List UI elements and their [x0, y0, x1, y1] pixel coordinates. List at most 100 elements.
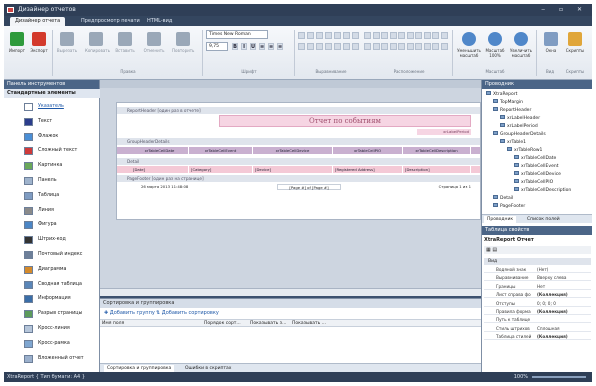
tree-node-2[interactable]: ReportHeader: [493, 107, 531, 114]
layout-button-1-9[interactable]: [440, 43, 448, 50]
toolbox-item-6[interactable]: Таблица: [4, 189, 100, 203]
layout-button-0-8[interactable]: [432, 32, 439, 39]
align-button-0-1[interactable]: [307, 32, 314, 39]
toolbox-item-9[interactable]: Штрих-код: [4, 233, 100, 247]
detail-cell-4[interactable]: [Description]: [403, 166, 471, 173]
layout-button-1-4[interactable]: [398, 43, 405, 50]
layout-button-1-2[interactable]: [381, 43, 388, 50]
property-row-2[interactable]: Границы Нет: [484, 283, 591, 290]
tab-report-designer[interactable]: Дизайнер отчета: [10, 17, 66, 26]
format-button-2[interactable]: U: [250, 43, 256, 50]
tree-node-12[interactable]: xrTableCellDescription: [514, 187, 571, 194]
footer-page-info[interactable]: [Page #] of [Page #]: [277, 184, 341, 190]
property-row-0[interactable]: Водяной знак (Нет): [484, 266, 591, 273]
property-row-1-value[interactable]: Вверху слева: [537, 274, 566, 281]
toolbox-item-11[interactable]: Диаграмма: [4, 263, 100, 277]
font-size-combo[interactable]: 9,75: [206, 42, 228, 51]
layout-button-1-6[interactable]: [415, 43, 422, 50]
tree-node-4[interactable]: xrLabelPeriod: [500, 123, 538, 130]
layout-button-1-0[interactable]: [364, 43, 371, 50]
toolbox-item-4[interactable]: Картинка: [4, 159, 100, 173]
window-controls[interactable]: ‒ ▫ ✕: [541, 4, 588, 16]
layout-button-0-2[interactable]: [381, 32, 388, 39]
property-row-6[interactable]: Путь к таблице: [484, 316, 591, 324]
layout-button-1-8[interactable]: [432, 43, 439, 50]
view-button-0[interactable]: Окна: [540, 30, 562, 66]
toolbox-item-14[interactable]: Разрыв страницы: [4, 307, 100, 321]
property-row-8[interactable]: Таблица стилей (Коллекция): [484, 333, 591, 341]
ribbon-button-6[interactable]: Повторить: [172, 30, 194, 66]
toolbox-item-2[interactable]: Флажок: [4, 130, 100, 144]
ribbon-button-5[interactable]: Отменить: [143, 30, 165, 66]
tree-node-3[interactable]: xrLabelHeader: [500, 115, 540, 122]
header-cell-3[interactable]: xrTableCellPIO: [333, 147, 403, 154]
toolbox-item-1[interactable]: Текст: [4, 115, 100, 129]
tab-html-view[interactable]: HTML-вид: [142, 17, 177, 26]
tree-node-0[interactable]: XtraReport: [486, 91, 517, 98]
property-row-7[interactable]: Стиль штрихов Сплошная: [484, 325, 591, 332]
zoom-button-2[interactable]: Увеличить масштаб: [508, 30, 534, 66]
layout-button-0-0[interactable]: [364, 32, 371, 39]
format-button-3[interactable]: ≡: [259, 43, 265, 50]
align-button-1-6[interactable]: [352, 43, 359, 50]
property-row-5[interactable]: Правила форма (Коллекция): [484, 308, 591, 315]
detail-cell-2[interactable]: [Device]: [253, 166, 333, 173]
toolbox-item-13[interactable]: Информация: [4, 292, 100, 306]
report-page[interactable]: ReportHeader [один раз в отчете] Отчет п…: [116, 102, 481, 220]
properties-section[interactable]: Вид: [484, 258, 591, 265]
band-group-header[interactable]: GroupHeaderDetails: [117, 138, 480, 145]
layout-button-0-9[interactable]: [440, 32, 448, 39]
toolbox-item-8[interactable]: Фигура: [4, 218, 100, 232]
property-row-2-value[interactable]: Нет: [537, 283, 545, 290]
toolbox-item-16[interactable]: Кросс-рамка: [4, 337, 100, 351]
tree-node-13[interactable]: Detail: [493, 195, 513, 202]
align-button-0-5[interactable]: [343, 32, 350, 39]
toolbox-item-10[interactable]: Почтовый индекс: [4, 248, 100, 262]
tree-node-10[interactable]: xrTableCellDevice: [514, 171, 561, 178]
layout-button-1-5[interactable]: [406, 43, 414, 50]
toolbox-item-17[interactable]: Вложенный отчет: [4, 352, 100, 366]
band-page-footer[interactable]: PageFooter [один раз на странице]: [117, 175, 480, 182]
align-button-0-0[interactable]: [298, 32, 305, 39]
format-button-0[interactable]: B: [232, 43, 238, 50]
format-button-4[interactable]: ≡: [268, 43, 274, 50]
property-row-5-value[interactable]: (Коллекция): [537, 308, 568, 315]
zoom-button-1[interactable]: Масштаб 100%: [482, 30, 508, 66]
view-button-1[interactable]: Скрипты: [564, 30, 586, 66]
align-button-1-1[interactable]: [307, 43, 314, 50]
detail-cell-1[interactable]: [Category]: [189, 166, 253, 173]
ribbon-button-1[interactable]: Экспорт: [28, 30, 50, 66]
layout-button-0-7[interactable]: [423, 32, 431, 39]
header-cell-0[interactable]: xrTableCellDate: [131, 147, 189, 154]
tree-node-9[interactable]: xrTableCellEvent: [514, 163, 558, 170]
align-button-0-4[interactable]: [334, 32, 341, 39]
design-surface[interactable]: ReportHeader [один раз в отчете] Отчет п…: [100, 80, 481, 296]
header-cell-2[interactable]: xrTableCellDevice: [253, 147, 333, 154]
tree-node-5[interactable]: GroupHeaderDetails: [493, 131, 546, 138]
header-cell-4[interactable]: xrTableCellDescription: [403, 147, 471, 154]
toolbox-item-12[interactable]: Сводная таблица: [4, 278, 100, 292]
property-row-7-value[interactable]: Сплошная: [537, 325, 560, 332]
format-button-5[interactable]: ≡: [277, 43, 283, 50]
layout-button-0-5[interactable]: [406, 32, 414, 39]
tree-node-6[interactable]: xrTable1: [500, 139, 526, 146]
add-sort-button[interactable]: ⇅ Добавить сортировку: [156, 310, 219, 316]
detail-cell-0[interactable]: [Date]: [131, 166, 189, 173]
layout-button-0-4[interactable]: [398, 32, 405, 39]
font-name-combo[interactable]: Times New Roman: [206, 30, 268, 39]
align-button-1-2[interactable]: [316, 43, 323, 50]
layout-button-1-3[interactable]: [389, 43, 397, 50]
layout-button-1-7[interactable]: [423, 43, 431, 50]
report-title-label[interactable]: Отчет по событиям: [219, 115, 471, 127]
toolbox-category[interactable]: Стандартные элементы: [4, 89, 100, 98]
tree-node-1[interactable]: TopMargin: [493, 99, 523, 106]
tree-node-14[interactable]: PageFooter: [493, 203, 525, 210]
property-row-3[interactable]: Лист справа фо (Коллекция): [484, 291, 591, 299]
property-row-4-value[interactable]: 0; 0; 0; 0: [537, 300, 556, 307]
layout-button-0-3[interactable]: [389, 32, 397, 39]
layout-button-0-1[interactable]: [372, 32, 380, 39]
footer-page-number[interactable]: Страница 1 из 1: [427, 184, 471, 190]
ribbon-button-3[interactable]: Копировать: [85, 30, 110, 66]
footer-date[interactable]: 26 марта 2013 11:48:08: [141, 184, 201, 190]
toolbox-item-15[interactable]: Кросс-линия: [4, 322, 100, 336]
